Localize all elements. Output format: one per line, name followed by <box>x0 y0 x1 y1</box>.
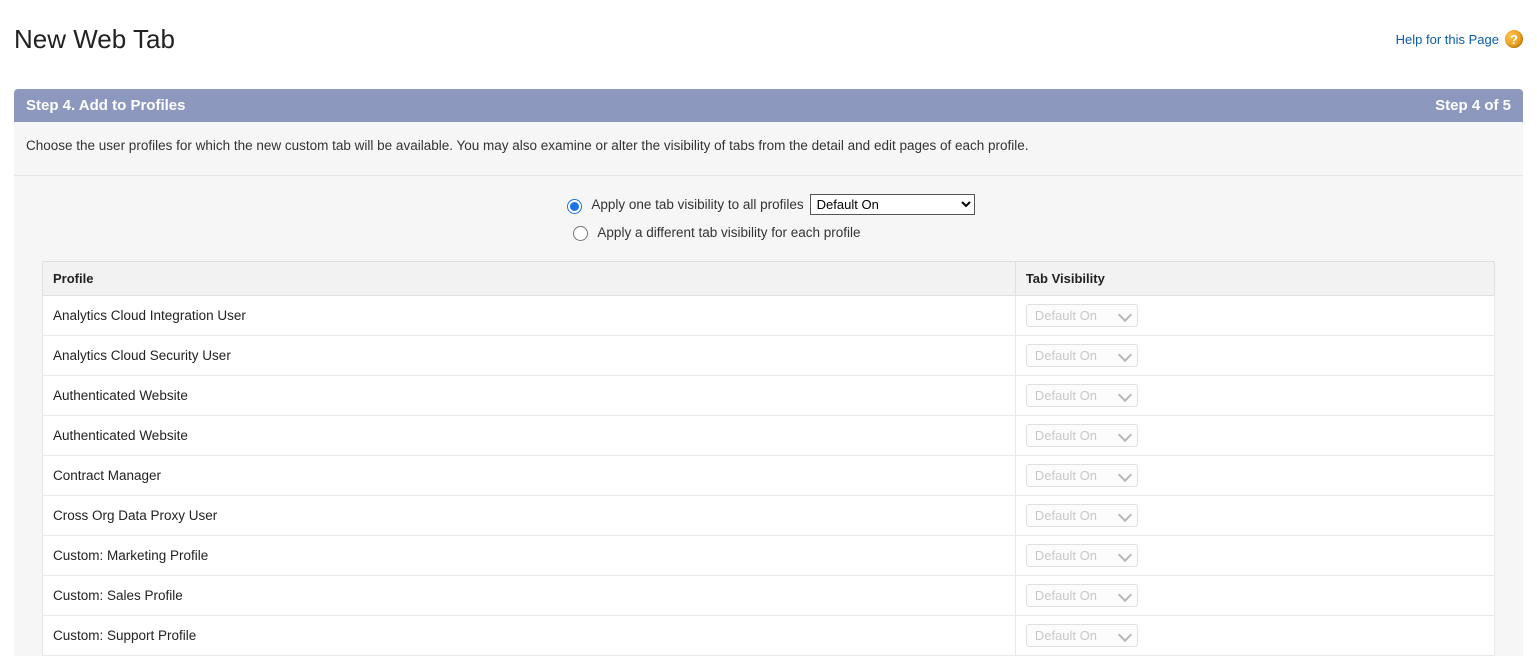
profile-visibility-select[interactable]: Default OnDefault OffTab Hidden <box>1026 384 1138 407</box>
profile-name: Custom: Marketing Profile <box>43 536 1016 576</box>
table-row: Custom: Support Profile Default OnDefault… <box>43 616 1495 656</box>
table-row: Analytics Cloud Integration User Default … <box>43 296 1495 336</box>
profile-visibility-cell: Default OnDefault OffTab Hidden <box>1015 456 1494 496</box>
apply-all-label: Apply one tab visibility to all profiles <box>591 197 803 212</box>
help-link-label: Help for this Page <box>1396 32 1499 47</box>
profile-visibility-select[interactable]: Default OnDefault OffTab Hidden <box>1026 464 1138 487</box>
profiles-table: Profile Tab Visibility Analytics Cloud I… <box>42 261 1495 656</box>
apply-each-label: Apply a different tab visibility for eac… <box>597 225 860 240</box>
step-indicator: Step 4 of 5 <box>1435 97 1511 114</box>
table-row: Analytics Cloud Security User Default OnD… <box>43 336 1495 376</box>
profile-visibility-cell: Default OnDefault OffTab Hidden <box>1015 296 1494 336</box>
help-icon: ? <box>1505 30 1523 48</box>
profile-visibility-select[interactable]: Default OnDefault OffTab Hidden <box>1026 544 1138 567</box>
table-row: Authenticated Website Default OnDefault O… <box>43 416 1495 456</box>
instructions-text: Choose the user profiles for which the n… <box>14 122 1523 176</box>
column-visibility: Tab Visibility <box>1015 262 1494 296</box>
profile-visibility-select[interactable]: Default OnDefault OffTab Hidden <box>1026 624 1138 647</box>
apply-all-radio[interactable] <box>567 199 582 214</box>
profile-name: Custom: Sales Profile <box>43 576 1016 616</box>
profile-name: Analytics Cloud Integration User <box>43 296 1016 336</box>
profile-name: Contract Manager <box>43 456 1016 496</box>
profile-name: Custom: Support Profile <box>43 616 1016 656</box>
profile-visibility-select[interactable]: Default OnDefault OffTab Hidden <box>1026 344 1138 367</box>
profile-visibility-select[interactable]: Default OnDefault OffTab Hidden <box>1026 584 1138 607</box>
help-link[interactable]: Help for this Page ? <box>1396 30 1523 48</box>
table-row: Custom: Marketing Profile Default OnDefau… <box>43 536 1495 576</box>
section-header: Step 4. Add to Profiles Step 4 of 5 <box>14 89 1523 122</box>
table-row: Cross Org Data Proxy User Default OnDefau… <box>43 496 1495 536</box>
profile-visibility-cell: Default OnDefault OffTab Hidden <box>1015 336 1494 376</box>
profile-visibility-select[interactable]: Default OnDefault OffTab Hidden <box>1026 504 1138 527</box>
section-title: Step 4. Add to Profiles <box>26 97 185 114</box>
profile-visibility-cell: Default OnDefault OffTab Hidden <box>1015 376 1494 416</box>
profile-name: Authenticated Website <box>43 376 1016 416</box>
table-row: Authenticated Website Default OnDefault O… <box>43 376 1495 416</box>
profile-visibility-cell: Default OnDefault OffTab Hidden <box>1015 496 1494 536</box>
visibility-mode-options: Apply one tab visibility to all profiles… <box>14 176 1523 261</box>
profile-visibility-cell: Default OnDefault OffTab Hidden <box>1015 536 1494 576</box>
profile-name: Analytics Cloud Security User <box>43 336 1016 376</box>
profile-visibility-select[interactable]: Default OnDefault OffTab Hidden <box>1026 304 1138 327</box>
profile-visibility-cell: Default OnDefault OffTab Hidden <box>1015 416 1494 456</box>
profile-visibility-cell: Default OnDefault OffTab Hidden <box>1015 576 1494 616</box>
global-visibility-select[interactable]: Default OnDefault OffTab Hidden <box>810 194 975 215</box>
profile-name: Cross Org Data Proxy User <box>43 496 1016 536</box>
profile-visibility-cell: Default OnDefault OffTab Hidden <box>1015 616 1494 656</box>
table-row: Custom: Sales Profile Default OnDefault O… <box>43 576 1495 616</box>
column-profile: Profile <box>43 262 1016 296</box>
profile-visibility-select[interactable]: Default OnDefault OffTab Hidden <box>1026 424 1138 447</box>
page-title: New Web Tab <box>14 24 175 55</box>
apply-each-radio[interactable] <box>573 226 588 241</box>
profile-name: Authenticated Website <box>43 416 1016 456</box>
table-row: Contract Manager Default OnDefault OffTab… <box>43 456 1495 496</box>
